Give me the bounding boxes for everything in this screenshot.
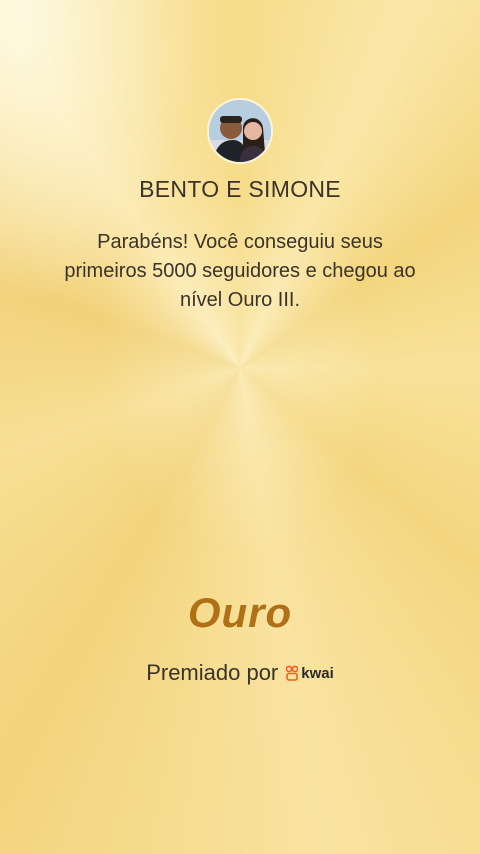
congratulation-message: Parabéns! Você conseguiu seus primeiros …	[64, 231, 416, 311]
profile-name: BENTO E SIMONE	[139, 176, 341, 202]
avatar	[207, 98, 273, 164]
awarded-by-label: Premiado por	[146, 660, 279, 685]
brand-logo: kwai	[286, 665, 334, 682]
achievement-screen: BENTO E SIMONE Parabéns! Você conseguiu …	[0, 0, 480, 854]
kwai-logo-icon	[286, 665, 299, 681]
awarded-by-row: Premiado por kwai	[0, 660, 480, 686]
brand-name: kwai	[301, 664, 334, 682]
level-title: Ouro	[187, 589, 293, 636]
avatar-photo-icon	[209, 100, 271, 162]
